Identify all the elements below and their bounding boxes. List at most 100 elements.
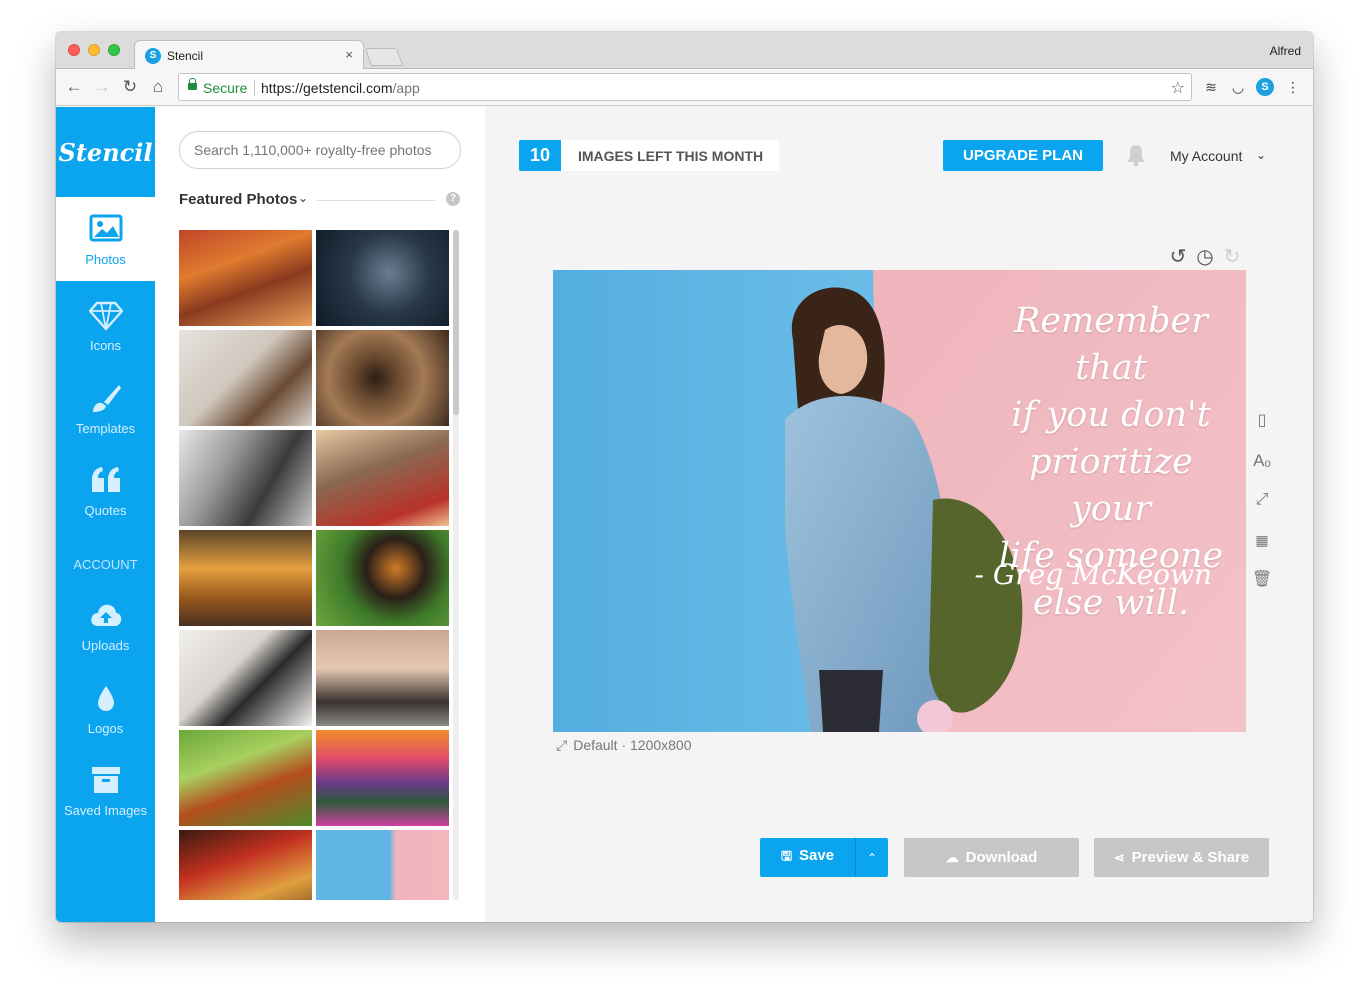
reload-icon[interactable]: ↻ xyxy=(120,77,140,97)
sidebar-item-templates[interactable]: Templates xyxy=(56,370,155,448)
photos-panel: Featured Photos ⌄ ? xyxy=(155,107,485,922)
photo-thumbnail-man-portrait[interactable] xyxy=(179,430,312,526)
home-icon[interactable]: ⌂ xyxy=(148,77,168,97)
menu-kebab-icon[interactable]: ⋮ xyxy=(1284,78,1302,96)
title-bar: S Stencil × Alfred xyxy=(56,32,1313,70)
stencil-extension-icon[interactable]: S xyxy=(1256,78,1274,96)
editor-area: 10 IMAGES LEFT THIS MONTH UPGRADE PLAN M… xyxy=(485,107,1313,922)
close-window-button[interactable] xyxy=(68,44,80,56)
history-clock-icon[interactable]: ◷ xyxy=(1194,246,1216,268)
chevron-up-icon: ⌃ xyxy=(866,850,878,865)
address-bar[interactable]: Secure https://getstencil.com/app ☆ xyxy=(178,73,1192,101)
sidebar: Stencil Photos Icons Templates Quotes AC… xyxy=(56,107,155,922)
tab-close-icon[interactable]: × xyxy=(345,47,353,62)
design-canvas[interactable]: Remember that if you don't prioritize yo… xyxy=(553,270,1246,732)
photo-grid xyxy=(179,230,451,900)
url-separator xyxy=(254,80,255,96)
photo-thumbnail-woman-flowers[interactable] xyxy=(316,430,449,526)
photo-thumbnail-autumn-path[interactable] xyxy=(179,230,312,326)
trash-icon[interactable]: 🗑 xyxy=(1250,568,1274,592)
sidebar-item-label: Uploads xyxy=(81,638,130,653)
browser-tab[interactable]: S Stencil × xyxy=(134,40,364,70)
notification-bell-icon[interactable] xyxy=(1125,143,1147,167)
images-left-badge: 10 IMAGES LEFT THIS MONTH xyxy=(519,140,780,171)
photo-thumbnail-butterfly[interactable] xyxy=(316,530,449,626)
photo-thumbnail-laptop-desk[interactable] xyxy=(179,630,312,726)
text-font-icon[interactable]: Aₒ xyxy=(1250,449,1274,473)
photo-thumbnail-flower-vase[interactable] xyxy=(179,830,312,900)
minimize-window-button[interactable] xyxy=(88,44,100,56)
photo-search-input[interactable] xyxy=(179,131,461,169)
photo-thumbnail-spiral-stairs[interactable] xyxy=(316,330,449,426)
back-icon[interactable]: ← xyxy=(64,77,84,97)
sidebar-item-label: Icons xyxy=(89,338,122,353)
forward-icon[interactable]: → xyxy=(92,77,112,97)
chevron-down-icon[interactable]: ⌄ xyxy=(1256,148,1266,162)
photo-thumbnail-mountain-sunset[interactable] xyxy=(316,730,449,826)
sidebar-item-quotes[interactable]: Quotes xyxy=(56,452,155,530)
page-icon[interactable]: ▯ xyxy=(1250,409,1274,433)
image-icon xyxy=(89,214,123,242)
images-left-count: 10 xyxy=(519,140,561,171)
undo-icon[interactable]: ↺ xyxy=(1167,246,1189,268)
stencil-logo[interactable]: Stencil xyxy=(56,107,155,197)
quote-icon xyxy=(92,467,120,492)
my-account-menu[interactable]: My Account xyxy=(1170,148,1242,164)
featured-photos-dropdown[interactable]: Featured Photos xyxy=(179,191,297,208)
chevron-down-icon[interactable]: ⌄ xyxy=(298,191,308,205)
new-tab-button[interactable] xyxy=(364,48,404,66)
zoom-window-button[interactable] xyxy=(108,44,120,56)
grid-icon[interactable]: ▦ xyxy=(1250,528,1274,552)
save-label: Save xyxy=(799,846,835,864)
profile-name[interactable]: Alfred xyxy=(1270,44,1301,58)
divider xyxy=(317,200,435,201)
resize-icon: ⤢ xyxy=(556,737,568,753)
diamond-icon xyxy=(89,301,123,331)
photo-thumbnail-phone-hand[interactable] xyxy=(316,230,449,326)
sidebar-item-logos[interactable]: Logos xyxy=(56,670,155,748)
save-button[interactable]: 🖫 Save xyxy=(760,838,855,877)
redo-icon[interactable]: ↻ xyxy=(1221,246,1243,268)
upgrade-plan-button[interactable]: UPGRADE PLAN xyxy=(943,140,1103,171)
images-left-text: IMAGES LEFT THIS MONTH xyxy=(578,147,764,164)
url-text[interactable]: https://getstencil.com/app xyxy=(261,80,420,96)
photo-thumbnail-girl-blue-pink[interactable] xyxy=(316,830,449,900)
photo-thumbnail-selfie[interactable] xyxy=(316,630,449,726)
layers-extension-icon[interactable]: ≋ xyxy=(1202,78,1220,96)
photo-thumbnail-autumn-leaves[interactable] xyxy=(179,530,312,626)
photo-thumbnail-laptop-coffee[interactable] xyxy=(179,330,312,426)
sidebar-item-label: Templates xyxy=(75,421,136,436)
quote-author[interactable]: - Greg McKeown xyxy=(975,558,1212,591)
expand-icon[interactable]: ⤢ xyxy=(1250,488,1274,512)
canvas-size-label[interactable]: ⤢ Default · 1200x800 xyxy=(556,737,692,754)
sidebar-item-icons[interactable]: Icons xyxy=(56,287,155,365)
sidebar-item-saved-images[interactable]: Saved Images xyxy=(56,752,155,830)
url-host: https://getstencil.com xyxy=(261,80,393,96)
preview-share-button[interactable]: ⋖ Preview & Share xyxy=(1094,838,1269,877)
secure-label: Secure xyxy=(203,80,248,96)
sidebar-item-label: Photos xyxy=(85,252,126,267)
bookmark-star-icon[interactable]: ☆ xyxy=(1171,78,1185,98)
photo-grid-scrollbar[interactable] xyxy=(453,230,459,900)
browser-toolbar: ← → ↻ ⌂ Secure https://getstencil.com/ap… xyxy=(56,69,1313,106)
browser-window: S Stencil × Alfred ← → ↻ ⌂ Secure https:… xyxy=(56,32,1313,922)
scrollbar-thumb[interactable] xyxy=(453,230,459,415)
quote-line: Remember that xyxy=(1013,301,1208,388)
pocket-extension-icon[interactable]: ◡ xyxy=(1229,78,1247,96)
cloud-download-icon: ☁ xyxy=(945,850,959,865)
canvas-size-text: Default · 1200x800 xyxy=(573,737,692,753)
save-options-caret[interactable]: ⌃ xyxy=(855,838,888,877)
sidebar-item-uploads[interactable]: Uploads xyxy=(56,587,155,665)
photo-thumbnail-orangutan[interactable] xyxy=(179,730,312,826)
download-label: Download xyxy=(965,849,1038,866)
url-path: /app xyxy=(392,80,420,96)
help-icon[interactable]: ? xyxy=(446,192,460,206)
download-button[interactable]: ☁ Download xyxy=(904,838,1079,877)
sidebar-item-label: Saved Images xyxy=(63,803,148,818)
cloud-upload-icon xyxy=(91,604,122,626)
account-heading: ACCOUNT xyxy=(73,557,138,572)
droplet-icon xyxy=(98,686,114,711)
sidebar-item-photos[interactable]: Photos xyxy=(56,197,155,281)
sidebar-item-label: Quotes xyxy=(84,503,127,518)
stencil-app: Stencil Photos Icons Templates Quotes AC… xyxy=(56,107,1313,922)
